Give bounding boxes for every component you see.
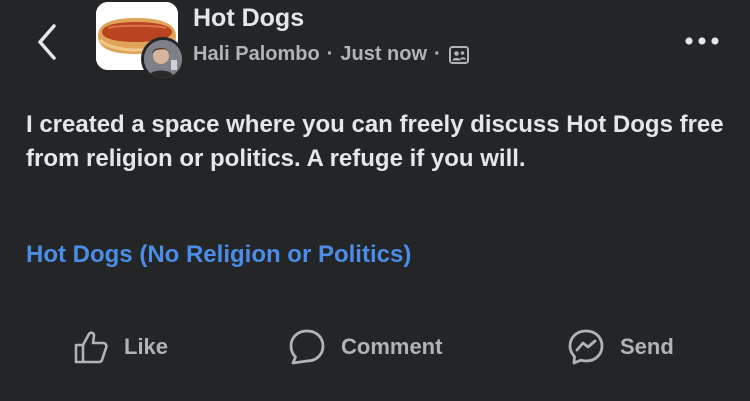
thumbs-up-icon	[74, 331, 108, 364]
more-dots-icon	[685, 37, 719, 45]
post-body-text: I created a space where you can freely d…	[26, 111, 724, 172]
separator-dot: ·	[434, 43, 441, 65]
group-link[interactable]: Hot Dogs (No Religion or Politics)	[26, 241, 411, 269]
like-button[interactable]: Like	[72, 316, 168, 378]
like-label: Like	[124, 334, 169, 359]
more-options-button[interactable]	[681, 28, 725, 54]
author-avatar[interactable]	[141, 37, 185, 81]
separator-dot: ·	[326, 43, 334, 65]
author-name[interactable]: Hali Palombo	[193, 43, 320, 66]
send-label: Send	[620, 334, 674, 359]
messenger-icon	[568, 329, 604, 365]
send-button[interactable]: Send	[566, 316, 674, 378]
chevron-left-icon	[38, 24, 56, 60]
comment-bubble-icon	[289, 329, 325, 365]
group-name[interactable]: Hot Dogs	[193, 4, 304, 33]
back-button[interactable]	[28, 20, 68, 64]
post-timestamp[interactable]: Just now	[340, 43, 427, 66]
comment-label: Comment	[341, 334, 443, 359]
post-meta: Hali Palombo · Just now ·	[193, 43, 470, 66]
group-members-icon	[448, 44, 470, 66]
comment-button[interactable]: Comment	[287, 316, 442, 378]
person-photo	[144, 40, 182, 78]
post-action-bar: Like Comment Send	[0, 316, 750, 378]
post-header: Hot Dogs Hali Palombo · Just now ·	[0, 0, 750, 90]
